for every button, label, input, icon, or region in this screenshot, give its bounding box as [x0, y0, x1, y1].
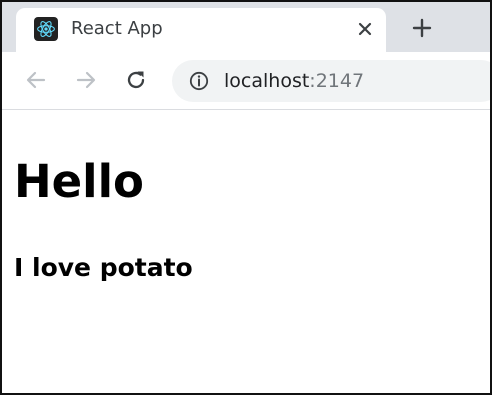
- arrow-right-icon[interactable]: [72, 66, 100, 94]
- url-port: :2147: [309, 70, 365, 92]
- plus-icon[interactable]: [408, 14, 436, 42]
- info-circle-icon[interactable]: [188, 70, 210, 92]
- page-heading: Hello: [14, 155, 144, 208]
- url-text: localhost:2147: [224, 69, 364, 93]
- page-content: Hello I love potato: [2, 110, 490, 393]
- address-bar[interactable]: localhost:2147: [172, 60, 490, 102]
- tab-title: React App: [71, 18, 163, 39]
- tab-strip: React App: [2, 2, 490, 52]
- reload-icon[interactable]: [122, 66, 150, 94]
- close-icon[interactable]: [352, 16, 378, 42]
- tab-react-app[interactable]: React App: [16, 8, 386, 52]
- page-subheading: I love potato: [14, 253, 193, 282]
- url-host: localhost: [224, 70, 310, 92]
- browser-window: React App localhost:2147 Hello I love po…: [0, 0, 492, 395]
- react-logo-icon: [34, 17, 58, 41]
- arrow-left-icon[interactable]: [22, 66, 50, 94]
- browser-toolbar: localhost:2147: [2, 52, 490, 110]
